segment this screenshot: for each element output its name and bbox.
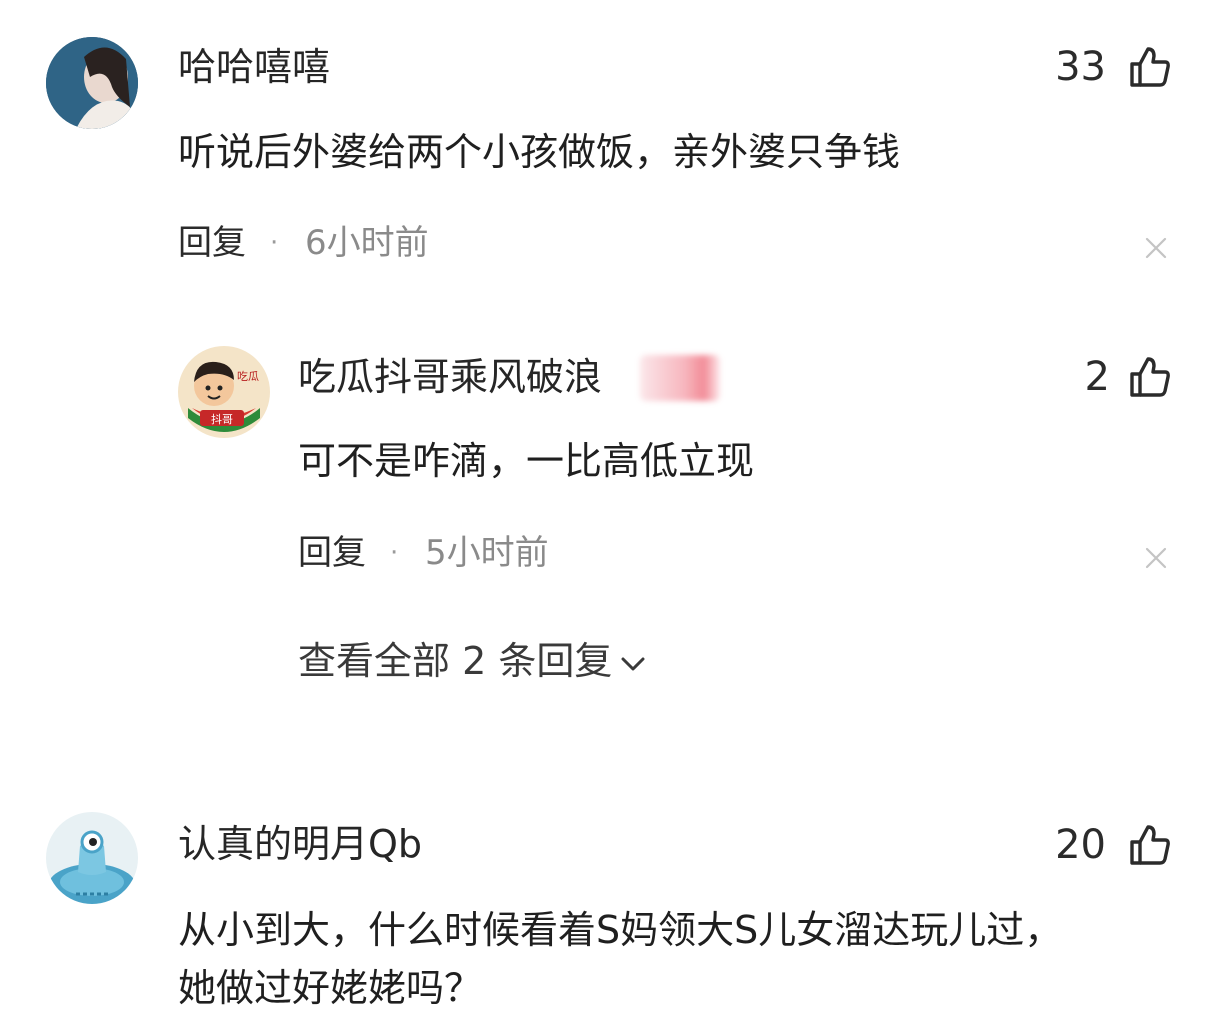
- timestamp: 6小时前: [305, 223, 429, 263]
- comment-text: 听说后外婆给两个小孩做饭，亲外婆只争钱: [178, 130, 901, 174]
- close-button[interactable]: [1144, 236, 1168, 264]
- separator-dot: ·: [390, 538, 399, 568]
- close-icon: [1145, 547, 1167, 569]
- view-all-label: 查看全部 2 条回复: [298, 639, 613, 683]
- like-button[interactable]: [1128, 823, 1172, 871]
- reply-button[interactable]: 回复: [298, 533, 366, 573]
- like-count: 33: [1055, 44, 1106, 90]
- timestamp: 5小时前: [425, 533, 549, 573]
- avatar-text: 抖哥: [211, 412, 233, 426]
- username[interactable]: 吃瓜抖哥乘风破浪: [298, 354, 602, 400]
- username[interactable]: 认真的明月Qb: [178, 821, 422, 867]
- reply-button[interactable]: 回复: [178, 223, 246, 263]
- comment-text-line-1: 从小到大，什么时候看着S妈领大S儿女溜达玩儿过，: [178, 908, 1063, 952]
- avatar[interactable]: [46, 812, 138, 904]
- close-button[interactable]: [1144, 546, 1168, 574]
- thumbs-up-icon: [1130, 357, 1170, 397]
- user-badge: [640, 355, 720, 401]
- thumbs-up-icon: [1130, 47, 1170, 87]
- like-button[interactable]: [1128, 45, 1172, 93]
- separator-dot: ·: [270, 228, 279, 258]
- chevron-down-icon: [621, 657, 645, 671]
- like-count: 2: [1084, 354, 1110, 400]
- avatar-text: 吃瓜: [237, 370, 259, 383]
- like-button[interactable]: [1128, 355, 1172, 403]
- avatar[interactable]: [46, 37, 138, 129]
- close-icon: [1145, 237, 1167, 259]
- view-all-replies-button[interactable]: 查看全部 2 条回复: [298, 638, 648, 684]
- like-count: 20: [1055, 822, 1106, 868]
- thumbs-up-icon: [1130, 825, 1170, 865]
- comment-text-line-2: 她做过好姥姥吗？: [178, 966, 483, 1010]
- username[interactable]: 哈哈嘻嘻: [178, 44, 330, 90]
- avatar[interactable]: 抖哥 吃瓜: [178, 346, 270, 438]
- reply-text: 可不是咋滴，一比高低立现: [298, 439, 755, 483]
